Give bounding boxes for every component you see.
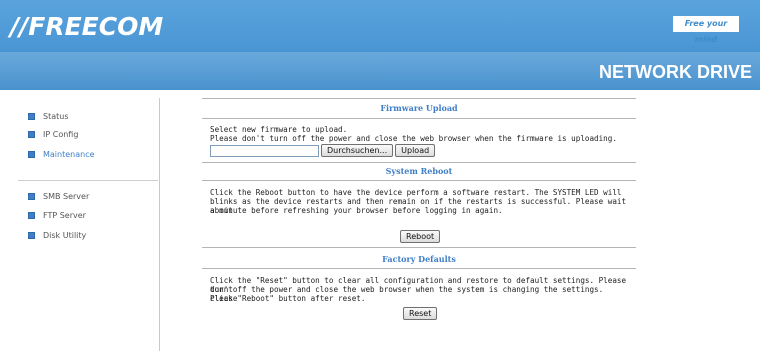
sidebar: Status IP Config Maintenance SMB Server … bbox=[8, 98, 160, 351]
product-title: NETWORK DRIVE bbox=[599, 62, 752, 82]
upload-button[interactable]: Upload bbox=[395, 144, 436, 157]
section-divider bbox=[202, 268, 636, 269]
firmware-instruction-1: Select new firmware to upload. bbox=[210, 125, 348, 134]
sidebar-item-label: Maintenance bbox=[43, 149, 95, 159]
sidebar-item-ftp-server[interactable]: FTP Server bbox=[28, 208, 86, 222]
main-content: Firmware Upload Select new firmware to u… bbox=[202, 98, 636, 351]
firmware-file-row: Durchsuchen... Upload bbox=[210, 144, 436, 157]
sidebar-item-disk-utility[interactable]: Disk Utility bbox=[28, 228, 86, 242]
square-bullet-icon bbox=[28, 130, 35, 138]
sidebar-item-status[interactable]: Status bbox=[28, 109, 69, 123]
freecom-logo: //FREECOM bbox=[10, 12, 164, 41]
reboot-instruction-1: Click the Reboot button to have the devi… bbox=[210, 188, 622, 197]
section-divider bbox=[202, 162, 636, 163]
sidebar-item-ip-config[interactable]: IP Config bbox=[28, 127, 78, 141]
sidebar-item-label: FTP Server bbox=[43, 210, 86, 220]
reset-button[interactable]: Reset bbox=[403, 307, 438, 320]
sidebar-item-label: Status bbox=[43, 111, 69, 121]
square-bullet-icon bbox=[28, 231, 35, 239]
reboot-instruction-3: a minute before refreshing your browser … bbox=[210, 206, 503, 215]
sidebar-item-maintenance[interactable]: Maintenance bbox=[28, 147, 95, 161]
square-bullet-icon bbox=[28, 112, 35, 120]
sidebar-item-label: IP Config bbox=[43, 129, 79, 139]
square-bullet-icon bbox=[28, 192, 35, 200]
sidebar-item-label: Disk Utility bbox=[43, 230, 87, 240]
section-divider bbox=[202, 247, 636, 248]
sidebar-divider bbox=[18, 180, 158, 181]
browse-button[interactable]: Durchsuchen... bbox=[321, 144, 394, 157]
sidebar-item-label: SMB Server bbox=[43, 191, 90, 201]
factory-instruction-3: click "Reboot" button after reset. bbox=[210, 294, 366, 303]
section-divider bbox=[202, 98, 636, 99]
sidebar-item-smb-server[interactable]: SMB Server bbox=[28, 189, 89, 203]
square-bullet-icon bbox=[28, 150, 35, 158]
system-reboot-title: System Reboot bbox=[385, 166, 453, 176]
header-banner: //FREECOM Free your mind NETWORK DRIVE bbox=[0, 0, 760, 90]
factory-defaults-title: Factory Defaults bbox=[382, 254, 456, 264]
section-divider bbox=[202, 118, 636, 119]
firmware-upload-title: Firmware Upload bbox=[380, 103, 458, 113]
tagline-badge: Free your mind bbox=[673, 16, 739, 44]
section-divider bbox=[202, 180, 636, 181]
firmware-file-input[interactable] bbox=[210, 144, 319, 157]
square-bullet-icon bbox=[28, 211, 35, 219]
firmware-instruction-2: Please don't turn off the power and clos… bbox=[210, 134, 617, 143]
reboot-button[interactable]: Reboot bbox=[400, 230, 441, 243]
